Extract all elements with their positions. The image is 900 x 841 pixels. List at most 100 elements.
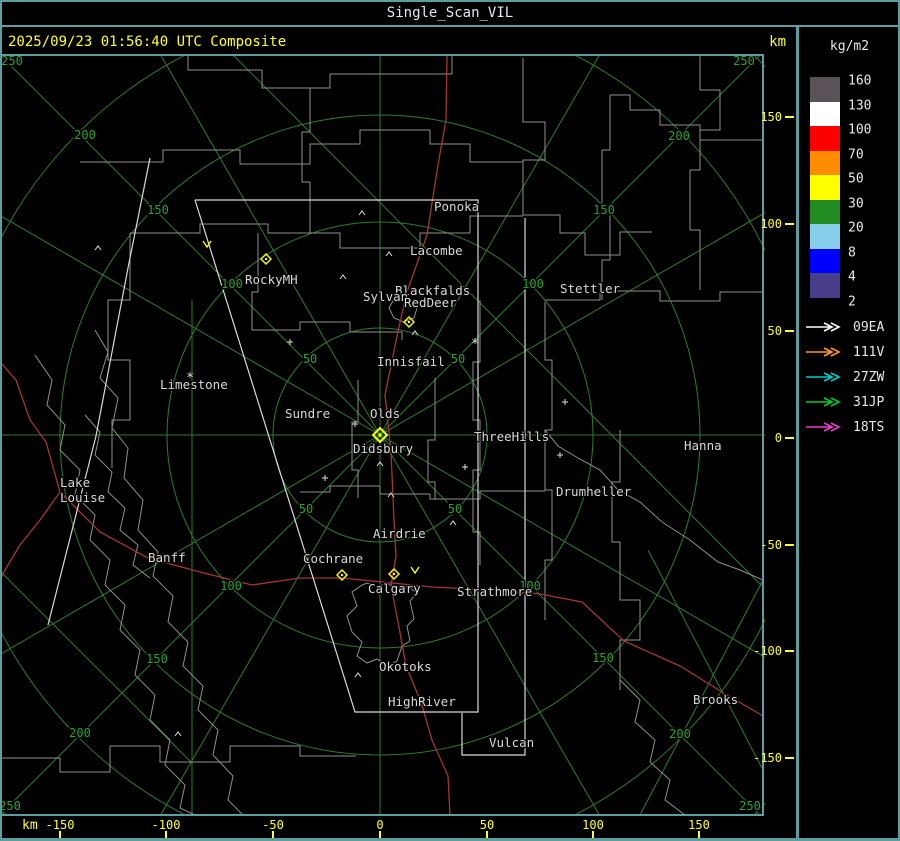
radar-site-diamond-center — [341, 574, 343, 576]
radar-arrow-icon — [806, 422, 841, 432]
city-label: Strathmore — [457, 584, 532, 599]
radar-arrow-icon — [806, 347, 841, 357]
ring-distance-label: 150 — [593, 203, 615, 217]
bottom-axis-tick-mark — [59, 831, 61, 838]
radar-app-window: Single_Scan_VIL 2025/09/23 01:56:40 UTC … — [0, 0, 900, 841]
city-label: Lake — [60, 475, 90, 490]
ring-distance-label: 200 — [74, 128, 96, 142]
window-title: Single_Scan_VIL — [386, 4, 514, 21]
city-label: RockyMH — [245, 272, 298, 287]
right-axis-tick-mark — [785, 650, 794, 652]
scan-timestamp: 2025/09/23 01:56:40 UTC Composite — [8, 34, 287, 50]
ring-distance-label: 250 — [0, 799, 21, 813]
radar-site-diamond-center — [265, 258, 267, 260]
right-axis-tick-label: 100 — [760, 217, 782, 231]
city-label: Vulcan — [489, 735, 534, 750]
colorbar-unit-label: kg/m2 — [829, 39, 870, 54]
colorbar-value-label: 20 — [848, 220, 864, 236]
city-label: Sundre — [285, 406, 330, 421]
radar-arrow-icon — [806, 422, 841, 432]
right-axis-tick-mark — [785, 223, 794, 225]
colorbar-swatch — [810, 77, 840, 102]
town-asterisk-marker: * — [186, 371, 194, 386]
bottom-axis-tick-mark — [698, 831, 700, 838]
right-axis-tick-mark — [785, 544, 794, 546]
city-label: Drumheller — [556, 484, 632, 499]
ring-distance-label: 250 — [733, 54, 755, 68]
radar-id-label: 09EA — [853, 319, 885, 335]
radar-center-dot — [378, 433, 382, 437]
right-axis-unit-label: km — [769, 34, 786, 50]
city-label: Hanna — [684, 438, 722, 453]
colorbar-swatch — [810, 101, 840, 126]
ring-distance-label: 200 — [668, 129, 690, 143]
colorbar-value-label: 70 — [848, 147, 864, 162]
legend-panel: kg/m2 160 130 100 70 50 30 20 8 4 2 09EA 111V 27ZW 3… — [799, 27, 900, 841]
city-label: Sylvan — [363, 289, 408, 304]
colorbar-value-label: 100 — [848, 122, 872, 138]
timestamp-bar: 2025/09/23 01:56:40 UTC Composite km — [0, 29, 796, 55]
ring-distance-label: 150 — [147, 203, 169, 217]
bottom-axis: km -150 -100 -50 0 50 100 150 — [0, 816, 796, 838]
bottom-axis-unit-label: km — [22, 818, 38, 833]
right-axis-tick-label: 150 — [760, 110, 782, 124]
colorbar-swatch — [810, 150, 840, 175]
radar-arrow-icon — [806, 347, 841, 357]
city-label: Ponoka — [434, 199, 479, 214]
bottom-axis-tick-label: -100 — [151, 818, 181, 832]
right-axis-tick-label: 50 — [767, 324, 782, 338]
city-label: Innisfail — [377, 354, 445, 369]
city-label: Calgary — [368, 581, 421, 596]
colorbar-value-label: 160 — [848, 73, 872, 89]
colorbar-value-label: 4 — [848, 269, 856, 285]
city-label: Louise — [60, 490, 105, 505]
colorbar-value-label: 30 — [848, 196, 864, 211]
bottom-axis-tick-mark — [165, 831, 167, 838]
city-label: ThreeHills — [474, 429, 549, 444]
radar-arrow-icon — [806, 322, 841, 332]
ring-distance-label: 250 — [739, 799, 761, 813]
ring-distance-label: 100 — [220, 579, 242, 593]
radar-arrow-icon — [806, 397, 841, 407]
right-axis-tick-label: -100 — [753, 644, 782, 658]
colorbar-swatch — [810, 273, 840, 298]
bottom-axis-tick-label: 0 — [376, 818, 384, 832]
city-label: Okotoks — [379, 659, 432, 674]
city-label: Brooks — [693, 692, 738, 707]
right-axis-tick-label: -150 — [753, 751, 782, 765]
city-label: Banff — [148, 550, 186, 565]
city-label: Olds — [370, 406, 400, 421]
radar-id-label: 27ZW — [853, 369, 885, 385]
ring-distance-label: 50 — [299, 502, 313, 516]
radar-id-label: 111V — [853, 344, 885, 360]
radar-site-diamond-center — [393, 573, 395, 575]
radar-legend-row: 111V — [805, 342, 884, 362]
city-label: Lacombe — [410, 243, 463, 258]
colorbar-swatch — [810, 126, 840, 151]
radar-legend-row: 27ZW — [805, 367, 884, 387]
city-label: Didsbury — [353, 441, 414, 456]
radar-legend-row: 18TS — [805, 417, 884, 437]
bottom-axis-tick-mark — [592, 831, 594, 838]
ring-distance-label: 50 — [451, 352, 465, 366]
bottom-axis-tick-label: -150 — [45, 818, 75, 832]
bottom-axis-tick-mark — [379, 831, 381, 838]
colorbar-value-label: 50 — [848, 171, 864, 187]
city-label: Stettler — [560, 281, 621, 296]
radar-legend-row: 31JP — [805, 392, 884, 412]
bottom-axis-tick-mark — [486, 831, 488, 838]
ring-distance-label: 100 — [221, 277, 243, 291]
colorbar-swatch — [810, 248, 840, 273]
right-axis-tick-mark — [785, 330, 794, 332]
radar-map: 250 200 150 100 50 50 100 150 200 250 50 100 150 200 2… — [0, 54, 765, 816]
town-asterisk-marker: * — [471, 337, 479, 352]
bottom-axis-tick-label: 100 — [582, 818, 604, 832]
ring-distance-label: 200 — [669, 727, 691, 741]
bottom-axis-tick-label: 150 — [688, 818, 710, 832]
ring-distance-label: 250 — [1, 54, 23, 68]
ring-distance-label: 50 — [448, 502, 462, 516]
title-bar: Single_Scan_VIL — [0, 0, 900, 27]
colorbar-value-label: 2 — [848, 294, 856, 309]
colorbar-swatch — [810, 224, 840, 249]
radar-id-label: 18TS — [853, 419, 885, 435]
